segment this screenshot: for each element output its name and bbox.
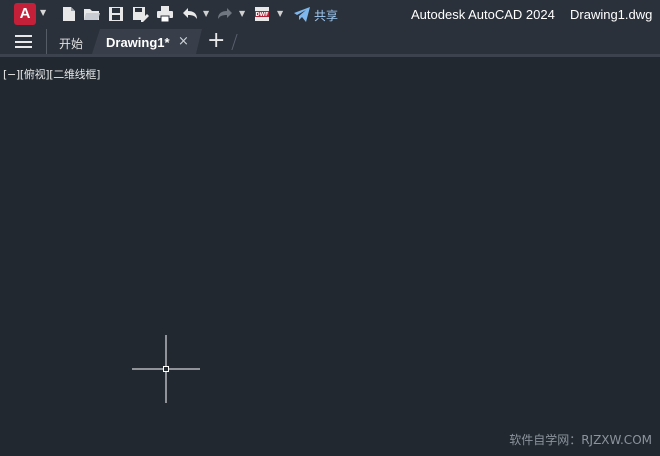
file-tab-bar: 开始 Drawing1* × +	[0, 29, 660, 54]
new-file-icon[interactable]	[60, 5, 78, 23]
viewport-controls[interactable]: [−][俯视][二维线框]	[3, 66, 100, 82]
chevron-down-icon[interactable]: ▼	[40, 8, 46, 17]
svg-text:DWF: DWF	[255, 12, 268, 18]
title-bar: A ▼ ▼ ▼ DWF ▼ 共享 Autodesk AutoCAD 2024 D…	[0, 0, 660, 29]
app-title: Autodesk AutoCAD 2024	[411, 7, 555, 22]
tab-divider	[231, 34, 238, 50]
tab-drawing1-label: Drawing1*	[106, 35, 170, 50]
document-title: Drawing1.dwg	[570, 7, 653, 22]
save-as-icon[interactable]	[131, 5, 149, 23]
share-icon[interactable]	[293, 5, 311, 23]
undo-icon[interactable]	[181, 5, 199, 23]
autocad-app-button[interactable]: A	[14, 3, 36, 25]
drawing-area[interactable]: [−][俯视][二维线框] 软件自学网：RJZXW.COM	[0, 57, 660, 456]
hamburger-menu-icon[interactable]	[15, 35, 32, 48]
open-folder-icon[interactable]	[83, 5, 101, 23]
dwf-dropdown-icon[interactable]: ▼	[277, 9, 283, 18]
redo-dropdown-icon[interactable]: ▼	[239, 9, 245, 18]
tab-start[interactable]: 开始	[46, 29, 93, 54]
tab-drawing1[interactable]: Drawing1* ×	[92, 29, 202, 54]
close-icon[interactable]: ×	[178, 34, 189, 49]
redo-icon	[216, 5, 234, 23]
plot-icon[interactable]	[156, 5, 174, 23]
new-tab-plus-icon[interactable]: +	[207, 30, 225, 52]
undo-dropdown-icon[interactable]: ▼	[203, 9, 209, 18]
crosshair-cursor	[132, 335, 200, 403]
dwf-publish-icon[interactable]: DWF	[253, 5, 271, 23]
share-button-label[interactable]: 共享	[314, 7, 338, 24]
tab-start-label: 开始	[59, 37, 84, 51]
watermark-text: 软件自学网：RJZXW.COM	[509, 433, 652, 447]
save-icon[interactable]	[107, 5, 125, 23]
